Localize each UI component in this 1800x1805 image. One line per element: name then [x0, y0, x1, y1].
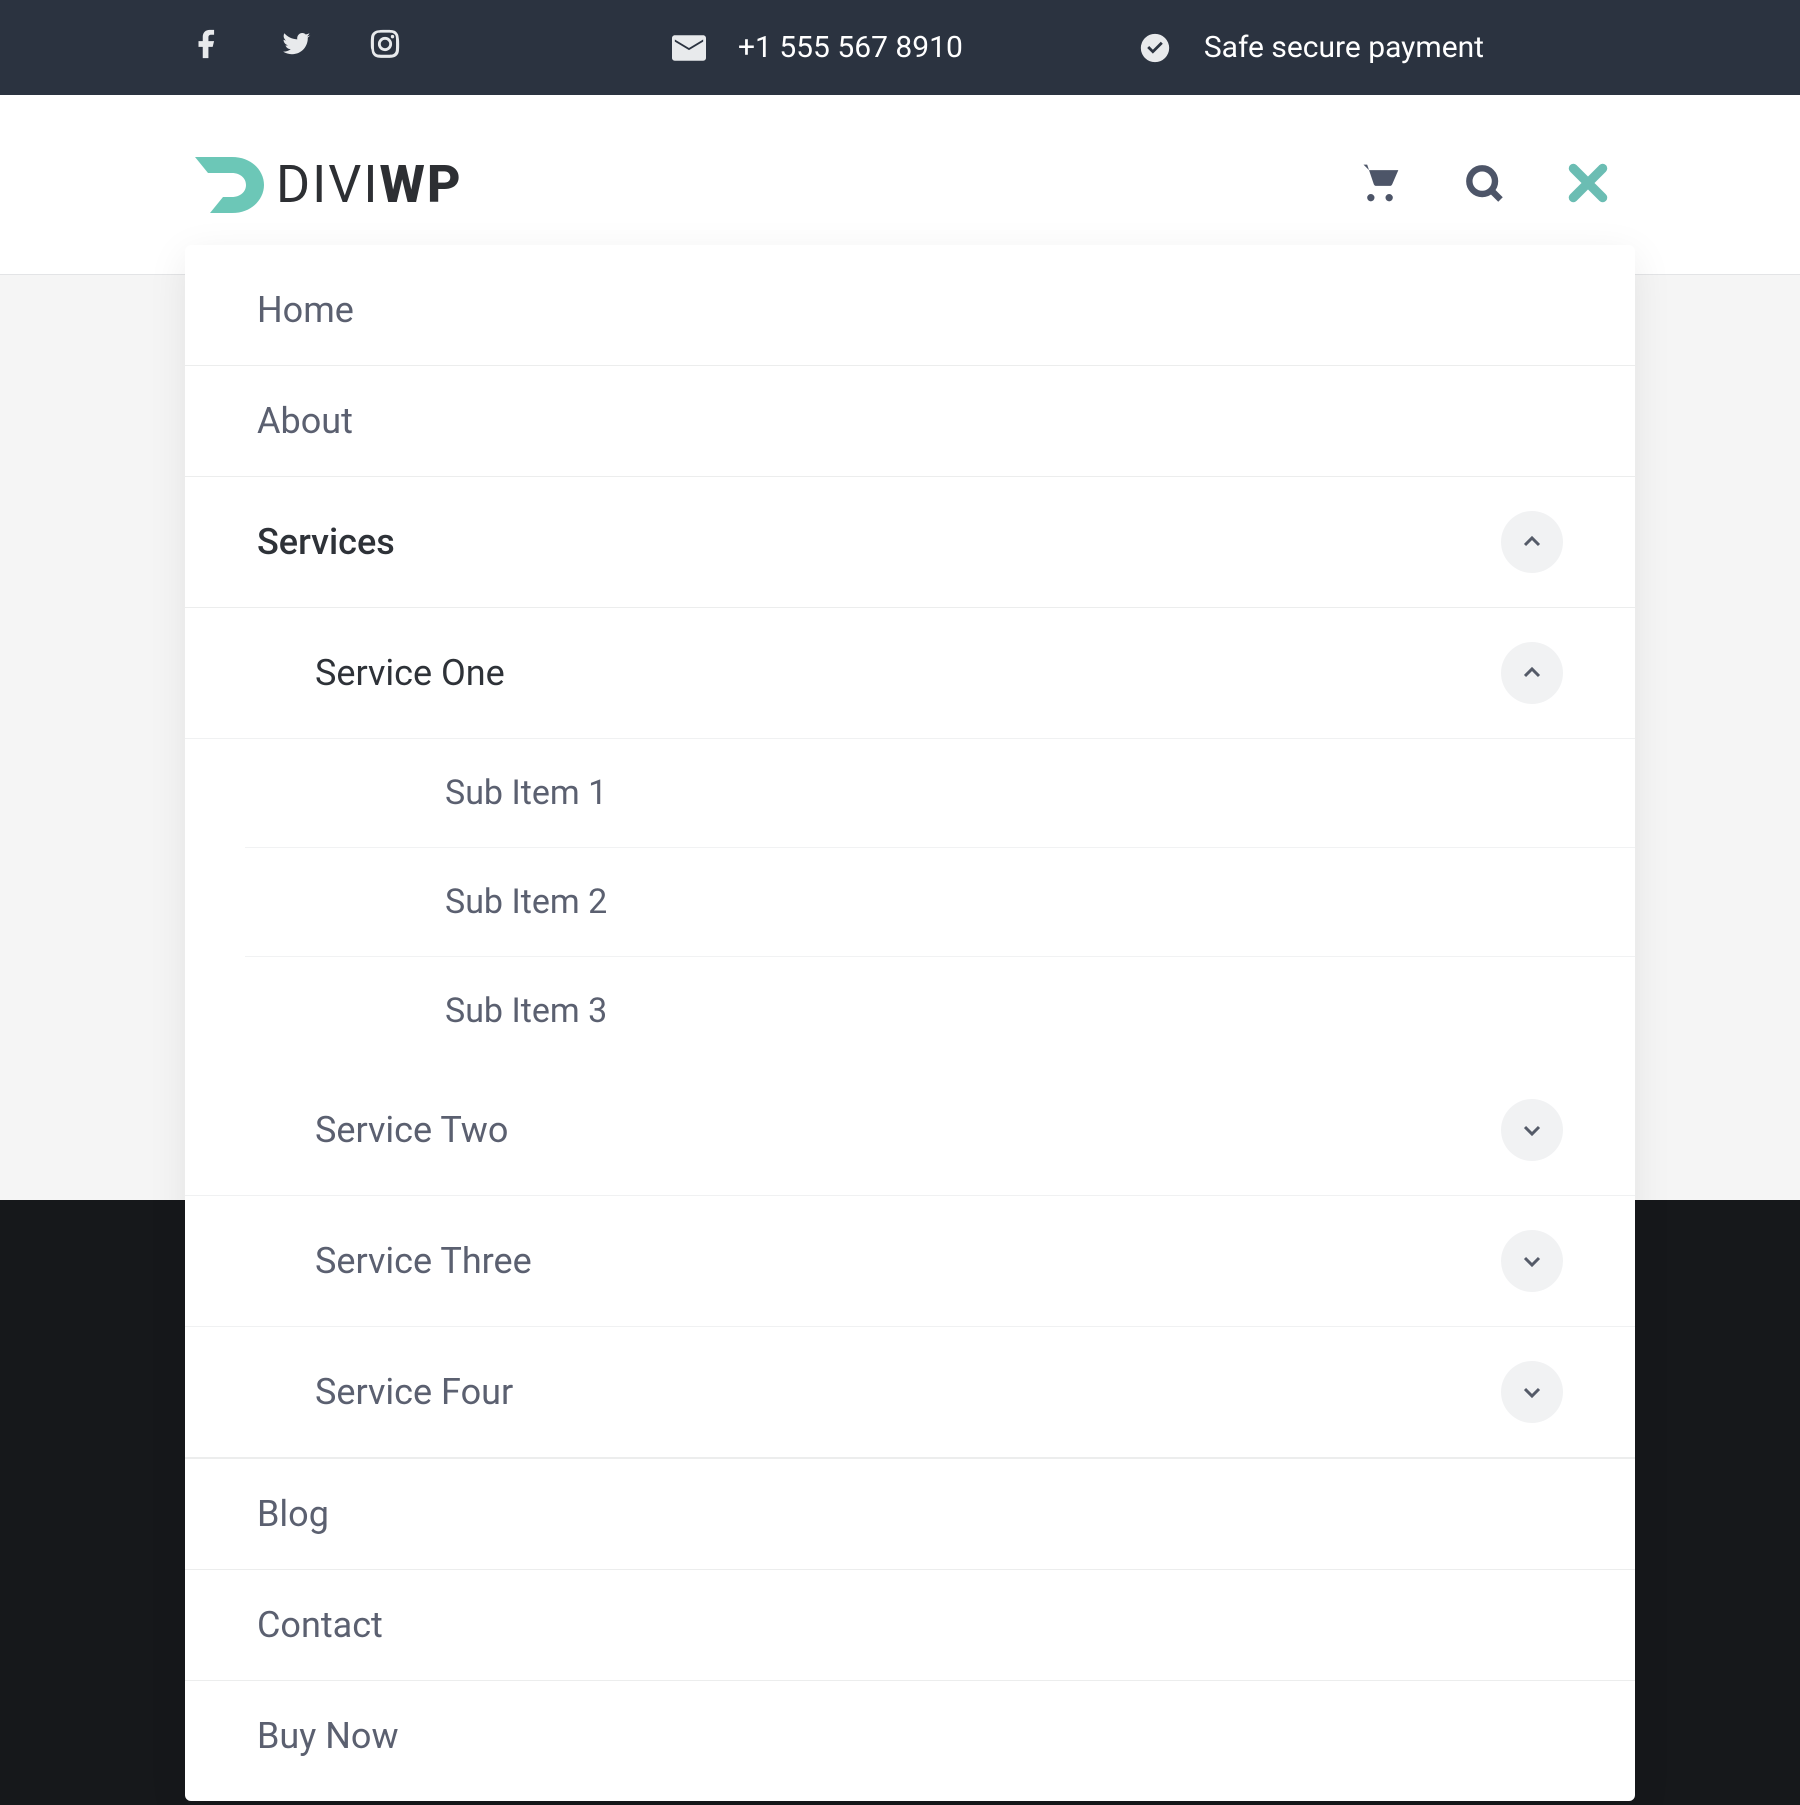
nav-item-contact[interactable]: Contact [185, 1570, 1635, 1681]
expand-toggle[interactable] [1501, 1361, 1563, 1423]
logo-text-part1: DIVI [276, 154, 380, 215]
close-menu-button[interactable] [1566, 161, 1610, 209]
chevron-down-icon [1520, 1249, 1544, 1273]
collapse-toggle[interactable] [1501, 642, 1563, 704]
contact-info: +1 555 567 8910 [672, 30, 963, 65]
chevron-up-icon [1520, 530, 1544, 554]
nav-item-services[interactable]: Services [185, 477, 1635, 608]
nav-subitem-label: Service One [315, 652, 505, 694]
mobile-nav-menu: Home About Services Service One Sub Item… [185, 245, 1635, 1801]
nav-subitem-service-four[interactable]: Service Four [185, 1327, 1635, 1457]
nav-item-label: About [257, 400, 353, 442]
search-icon [1462, 161, 1506, 205]
facebook-link[interactable] [190, 27, 224, 69]
nav-item-label: Buy Now [257, 1715, 399, 1757]
nav-subitem-service-one[interactable]: Service One [185, 608, 1635, 739]
nav-item-buy-now[interactable]: Buy Now [185, 1681, 1635, 1791]
expand-toggle[interactable] [1501, 1099, 1563, 1161]
chevron-down-icon [1520, 1380, 1544, 1404]
nav-subitem-label: Service Two [315, 1109, 508, 1151]
nav-item-blog[interactable]: Blog [185, 1458, 1635, 1570]
services-submenu: Service One Sub Item 1 Sub Item 2 Sub It… [185, 608, 1635, 1458]
mail-icon [672, 35, 706, 61]
nav-subsubitem-1[interactable]: Sub Item 1 [245, 739, 1635, 848]
instagram-link[interactable] [368, 27, 402, 69]
nav-item-label: Blog [257, 1493, 329, 1535]
logo[interactable]: DIVIWP [190, 145, 463, 225]
collapse-toggle[interactable] [1501, 511, 1563, 573]
cart-icon [1358, 161, 1402, 205]
logo-mark-icon [190, 145, 270, 225]
expand-toggle[interactable] [1501, 1230, 1563, 1292]
check-circle-icon [1138, 31, 1172, 65]
logo-text-part2: WP [380, 154, 463, 215]
instagram-icon [368, 27, 402, 61]
topbar: +1 555 567 8910 Safe secure payment [0, 0, 1800, 95]
service-one-submenu: Sub Item 1 Sub Item 2 Sub Item 3 [245, 739, 1635, 1065]
nav-item-about[interactable]: About [185, 366, 1635, 477]
nav-item-label: Services [257, 521, 395, 563]
nav-subsubitem-label: Sub Item 1 [445, 773, 607, 813]
nav-subitem-service-two[interactable]: Service Two [185, 1065, 1635, 1196]
nav-item-home[interactable]: Home [185, 255, 1635, 366]
search-button[interactable] [1462, 161, 1506, 209]
cart-button[interactable] [1358, 161, 1402, 209]
nav-subsubitem-2[interactable]: Sub Item 2 [245, 848, 1635, 957]
chevron-down-icon [1520, 1118, 1544, 1142]
logo-text: DIVIWP [276, 154, 463, 215]
phone-number[interactable]: +1 555 567 8910 [738, 30, 963, 65]
nav-item-label: Contact [257, 1604, 383, 1646]
facebook-icon [190, 27, 224, 61]
twitter-link[interactable] [279, 27, 313, 69]
header-actions [1358, 161, 1610, 209]
nav-subsubitem-3[interactable]: Sub Item 3 [245, 957, 1635, 1065]
social-links [190, 27, 402, 69]
secure-payment: Safe secure payment [1138, 30, 1484, 65]
nav-subitem-label: Service Three [315, 1240, 532, 1282]
close-icon [1566, 161, 1610, 205]
nav-subitem-label: Service Four [315, 1371, 513, 1413]
nav-item-label: Home [257, 289, 354, 331]
chevron-up-icon [1520, 661, 1544, 685]
nav-subitem-service-three[interactable]: Service Three [185, 1196, 1635, 1327]
nav-subsubitem-label: Sub Item 2 [445, 882, 607, 922]
twitter-icon [279, 27, 313, 61]
secure-payment-label: Safe secure payment [1204, 30, 1484, 65]
nav-subsubitem-label: Sub Item 3 [445, 991, 607, 1031]
